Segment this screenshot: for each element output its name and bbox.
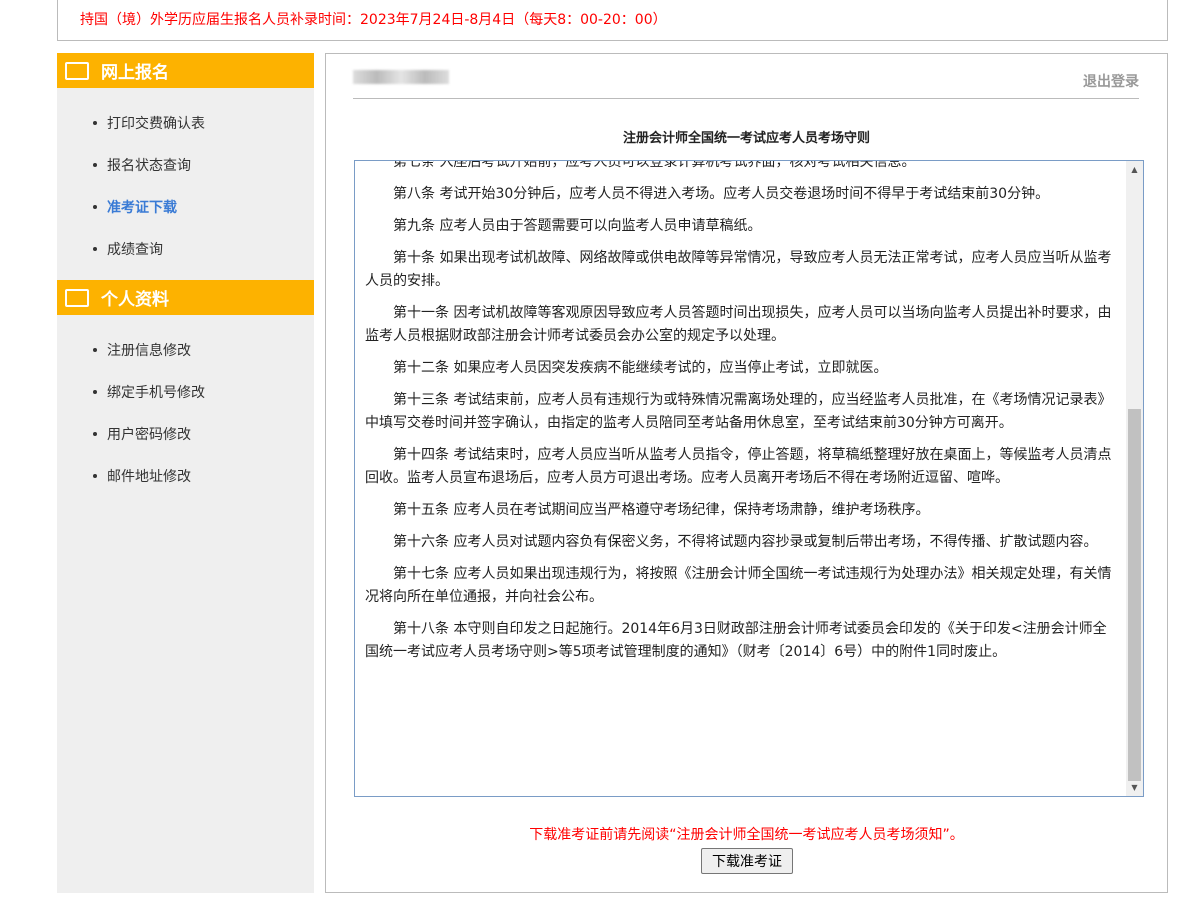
- section-personal-info: 个人资料: [57, 280, 314, 315]
- download-admission-button[interactable]: 下载准考证: [701, 848, 793, 874]
- sidebar-item-edit-password[interactable]: 用户密码修改: [93, 413, 314, 455]
- rule-paragraph: 第十一条 因考试机故障等客观原因导致应考人员答题时间出现损失，应考人员可以当场向…: [365, 305, 1112, 344]
- sidebar-item-edit-phone[interactable]: 绑定手机号修改: [93, 371, 314, 413]
- divider: [353, 98, 1139, 99]
- section-title: 个人资料: [101, 290, 169, 310]
- rule-paragraph: 第十四条 考试结束时，应考人员应当听从监考人员指令，停止答题，将草稿纸整理好放在…: [365, 447, 1112, 486]
- sidebar-item-edit-email[interactable]: 邮件地址修改: [93, 455, 314, 497]
- rule-paragraph: 第十六条 应考人员对试题内容负有保密义务，不得将试题内容抄录或复制后带出考场，不…: [393, 534, 1098, 550]
- rule-paragraph: 第八条 考试开始30分钟后，应考人员不得进入考场。应考人员交卷退场时间不得早于考…: [393, 186, 1050, 202]
- sidebar-item-print-fee[interactable]: 打印交费确认表: [93, 102, 314, 144]
- rule-paragraph: 第十条 如果出现考试机故障、网络故障或供电故障等异常情况，导致应考人员无法正常考…: [365, 250, 1112, 289]
- rule-paragraph: 第九条 应考人员由于答题需要可以向监考人员申请草稿纸。: [393, 218, 762, 234]
- main-panel: 退出登录 注册会计师全国统一考试应考人员考场守则 第七条 入座后考试开始前，应考…: [325, 53, 1168, 893]
- section-online-registration: 网上报名: [57, 53, 314, 88]
- scrollbar-thumb[interactable]: [1128, 409, 1141, 781]
- scroll-down-arrow-icon[interactable]: ▼: [1126, 779, 1143, 796]
- rules-textbox[interactable]: 第七条 入座后考试开始前，应考人员可以登录计算机考试界面，核对考试相关信息。第八…: [354, 160, 1144, 797]
- rule-paragraph: 第十八条 本守则自印发之日起施行。2014年6月3日财政部注册会计师考试委员会印…: [365, 621, 1107, 660]
- rule-paragraph: 第十三条 考试结束前，应考人员有违规行为或特殊情况需离场处理的，应当经监考人员批…: [365, 392, 1112, 431]
- rule-paragraph: 第十二条 如果应考人员因突发疾病不能继续考试的，应当停止考试，立即就医。: [393, 360, 888, 376]
- read-warning: 下载准考证前请先阅读“注册会计师全国统一考试应考人员考场须知”。: [529, 827, 964, 843]
- sidebar-item-status-query[interactable]: 报名状态查询: [93, 144, 314, 186]
- notice-banner: 持国（境）外学历应届生报名人员补录时间：2023年7月24日-8月4日（每天8：…: [57, 0, 1168, 41]
- sidebar: 网上报名 打印交费确认表 报名状态查询 准考证下载 成绩查询 个人资料 注册信息…: [57, 53, 314, 893]
- sidebar-item-edit-registration[interactable]: 注册信息修改: [93, 329, 314, 371]
- rule-paragraph: 第七条 入座后考试开始前，应考人员可以登录计算机考试界面，核对考试相关信息。: [393, 160, 916, 170]
- scrollbar[interactable]: ▲ ▼: [1126, 161, 1143, 796]
- scroll-up-arrow-icon[interactable]: ▲: [1126, 161, 1143, 178]
- sidebar-item-admission-download[interactable]: 准考证下载: [93, 186, 314, 228]
- logout-link[interactable]: 退出登录: [1083, 71, 1139, 91]
- rule-paragraph: 第十七条 应考人员如果出现违规行为，将按照《注册会计师全国统一考试违规行为处理办…: [365, 566, 1112, 605]
- sidebar-item-score-query[interactable]: 成绩查询: [93, 228, 314, 270]
- id-card-icon: [65, 288, 89, 307]
- monitor-icon: [65, 61, 89, 80]
- username-blurred: [353, 70, 449, 84]
- rules-title: 注册会计师全国统一考试应考人员考场守则: [622, 131, 870, 146]
- section-title: 网上报名: [101, 63, 169, 83]
- rules-content: 第七条 入座后考试开始前，应考人员可以登录计算机考试界面，核对考试相关信息。第八…: [365, 160, 1115, 673]
- rule-paragraph: 第十五条 应考人员在考试期间应当严格遵守考场纪律，保持考场肃静，维护考场秩序。: [393, 502, 930, 518]
